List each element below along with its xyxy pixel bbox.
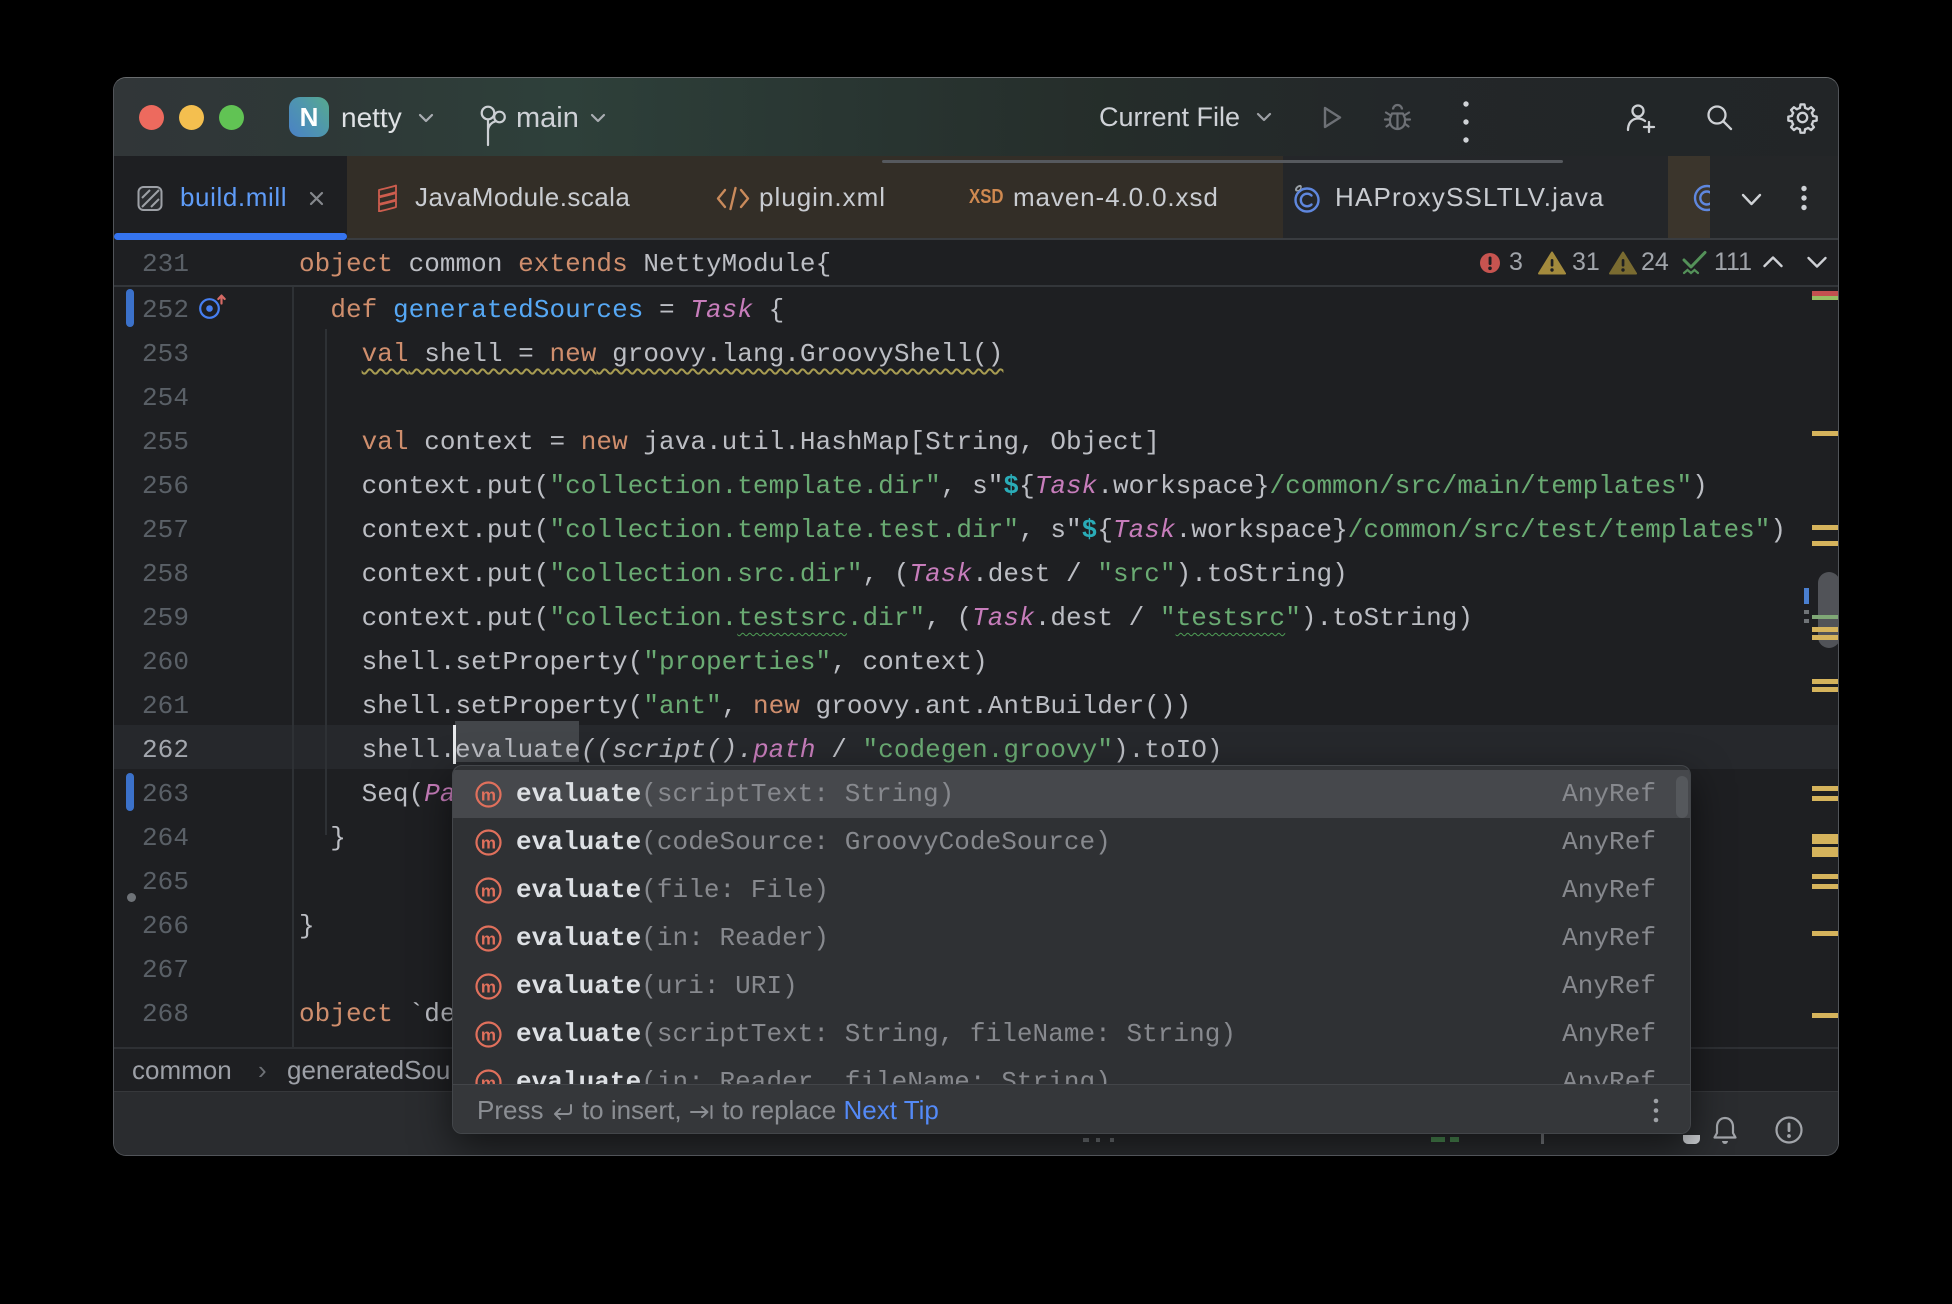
svg-text:m: m xyxy=(481,1026,496,1045)
svg-text:m: m xyxy=(481,930,496,949)
svg-text:m: m xyxy=(481,834,496,853)
svg-text:m: m xyxy=(481,978,496,997)
svg-text:m: m xyxy=(481,882,496,901)
svg-text:m: m xyxy=(481,786,496,805)
svg-text:m: m xyxy=(481,1074,496,1085)
